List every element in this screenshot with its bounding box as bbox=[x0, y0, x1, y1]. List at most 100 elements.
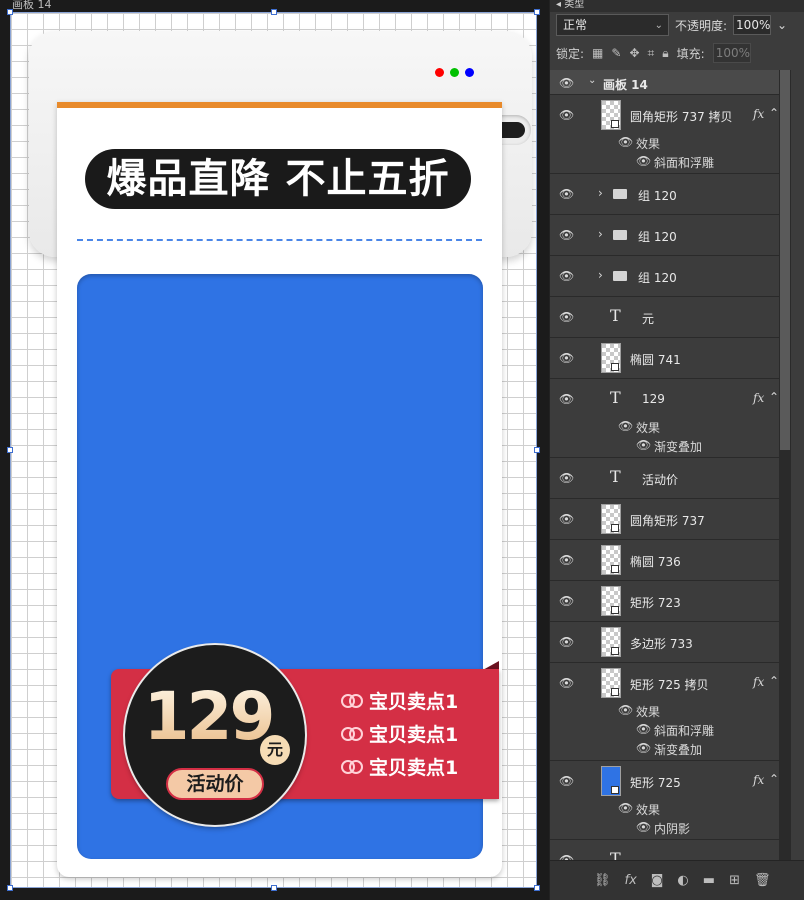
layers-scrollbar[interactable] bbox=[779, 70, 791, 860]
eye-icon[interactable]: 👁︎ bbox=[559, 392, 574, 406]
layer-row[interactable]: 👁︎ 多边形 733 bbox=[550, 622, 780, 663]
layer-thumbnail bbox=[601, 343, 621, 373]
fx-icon[interactable]: fx bbox=[753, 107, 764, 121]
eye-icon[interactable]: 👁︎ bbox=[559, 76, 574, 90]
layer-name: 元 bbox=[642, 312, 655, 326]
eye-icon[interactable]: 👁︎ bbox=[559, 635, 574, 649]
new-group-icon[interactable]: ▬ bbox=[703, 873, 715, 888]
eye-icon[interactable]: 👁︎ bbox=[559, 269, 574, 283]
eye-icon[interactable]: 👁︎ bbox=[636, 154, 651, 168]
eye-icon[interactable]: 👁︎ bbox=[636, 438, 651, 452]
fx-icon[interactable]: fx bbox=[753, 675, 764, 689]
chevron-right-icon[interactable]: › bbox=[598, 186, 603, 200]
layers-footer: ⛓︎ fx ◙ ◐ ▬ ⊞ 🗑︎ bbox=[550, 860, 804, 900]
eye-icon[interactable]: 👁︎ bbox=[559, 553, 574, 567]
layer-row[interactable]: 👁︎ 矩形 723 bbox=[550, 581, 780, 622]
chevron-right-icon[interactable]: › bbox=[598, 268, 603, 282]
selling-point: 宝贝卖点1 bbox=[341, 722, 458, 746]
layer-row[interactable]: 👁︎ 椭圆 741 bbox=[550, 338, 780, 379]
transform-handle[interactable] bbox=[7, 9, 13, 15]
effect-name: 内阴影 bbox=[654, 822, 691, 836]
paper-edge bbox=[57, 102, 502, 108]
transform-handle[interactable] bbox=[7, 885, 13, 891]
eye-icon[interactable]: 👁︎ bbox=[636, 820, 651, 834]
layer-row[interactable]: 👁︎ › 组 120 bbox=[550, 174, 780, 215]
eye-icon[interactable]: 👁︎ bbox=[559, 351, 574, 365]
layer-row[interactable]: 👁︎ 椭圆 736 bbox=[550, 540, 780, 581]
layer-name: 圆角矩形 737 拷贝 bbox=[630, 110, 733, 124]
layer-row[interactable]: 👁︎ 矩形 725 fx ⌃ 👁︎ 效果 👁︎ 内阴影 bbox=[550, 761, 780, 840]
scrollbar-thumb[interactable] bbox=[780, 70, 790, 450]
layer-name: 圆角矩形 737 bbox=[630, 514, 705, 528]
effects-label: 效果 bbox=[636, 803, 661, 817]
layer-row[interactable]: 👁︎ 矩形 725 拷贝 fx ⌃ 👁︎ 效果 👁︎ 斜面和浮雕 👁︎ 渐变叠加 bbox=[550, 663, 780, 761]
layer-row[interactable]: 👁︎ T 活动价 bbox=[550, 458, 780, 499]
eye-icon[interactable]: 👁︎ bbox=[559, 187, 574, 201]
fx-icon[interactable]: fx bbox=[625, 873, 637, 888]
transform-handle[interactable] bbox=[7, 447, 13, 453]
lock-image-icon[interactable]: ✎ bbox=[611, 46, 621, 60]
rings-icon bbox=[341, 693, 363, 708]
layer-row[interactable]: 👁︎ T 元 bbox=[550, 297, 780, 338]
layer-row[interactable]: 👁︎ › 组 120 bbox=[550, 215, 780, 256]
eye-icon[interactable]: 👁︎ bbox=[559, 310, 574, 324]
eye-icon[interactable]: 👁︎ bbox=[559, 471, 574, 485]
eye-icon[interactable]: 👁︎ bbox=[559, 512, 574, 526]
layer-row[interactable]: 👁︎ 圆角矩形 737 拷贝 fx ⌃ 👁︎ 效果 👁︎ 斜面和浮雕 bbox=[550, 95, 780, 174]
lock-transparent-icon[interactable]: ▦ bbox=[592, 46, 603, 60]
text-layer-icon: T bbox=[610, 306, 621, 325]
eye-icon[interactable]: 👁︎ bbox=[636, 722, 651, 736]
chevron-right-icon[interactable]: › bbox=[598, 227, 603, 241]
opacity-input[interactable]: 100% bbox=[733, 15, 772, 35]
fx-icon[interactable]: fx bbox=[753, 391, 764, 405]
chevron-down-icon[interactable]: ⌄ bbox=[588, 75, 596, 86]
blend-mode-select[interactable]: 正常 ⌄ bbox=[556, 14, 669, 36]
layer-row[interactable]: 👁︎ T 129 fx ⌃ 👁︎ 效果 👁︎ 渐变叠加 bbox=[550, 379, 780, 458]
eye-icon[interactable]: 👁︎ bbox=[559, 774, 574, 788]
transform-handle[interactable] bbox=[534, 9, 540, 15]
chevron-down-icon[interactable]: ⌄ bbox=[777, 18, 787, 32]
panel-tab[interactable]: ◂ 类型 bbox=[550, 0, 804, 12]
lock-position-icon[interactable]: ✥ bbox=[629, 46, 639, 60]
chevron-up-icon[interactable]: ⌃ bbox=[769, 106, 779, 120]
lock-all-icon[interactable]: 🔒︎ bbox=[662, 46, 668, 61]
link-icon[interactable]: ⛓︎ bbox=[594, 873, 611, 888]
lock-row: 锁定: ▦ ✎ ✥ ⌗ 🔒︎ 填充: 100% bbox=[556, 43, 751, 63]
new-layer-icon[interactable]: ⊞ bbox=[729, 873, 740, 888]
text-layer-icon: T bbox=[610, 467, 621, 486]
chevron-up-icon[interactable]: ⌃ bbox=[769, 772, 779, 786]
chevron-up-icon[interactable]: ⌃ bbox=[769, 674, 779, 688]
fx-icon[interactable]: fx bbox=[753, 773, 764, 787]
eye-icon[interactable]: 👁︎ bbox=[618, 419, 633, 433]
trash-icon[interactable]: 🗑︎ bbox=[754, 873, 771, 888]
transform-handle[interactable] bbox=[271, 9, 277, 15]
selling-point: 宝贝卖点1 bbox=[341, 755, 458, 779]
artboard-canvas[interactable]: 爆品直降 不止五折 宝贝卖点1 宝贝卖点1 宝贝卖点1 129 元 活动价 bbox=[7, 9, 540, 891]
layer-name: 椭圆 736 bbox=[630, 555, 681, 569]
layer-thumbnail bbox=[601, 586, 621, 616]
transform-handle[interactable] bbox=[534, 885, 540, 891]
eye-icon[interactable]: 👁︎ bbox=[559, 228, 574, 242]
transform-handle[interactable] bbox=[534, 447, 540, 453]
layer-name: 矩形 725 拷贝 bbox=[630, 678, 709, 692]
eye-icon[interactable]: 👁︎ bbox=[618, 135, 633, 149]
layer-thumbnail bbox=[601, 668, 621, 698]
folder-icon bbox=[613, 189, 627, 199]
adjustment-icon[interactable]: ◐ bbox=[677, 873, 688, 888]
mask-icon[interactable]: ◙ bbox=[651, 873, 664, 888]
lock-artboard-icon[interactable]: ⌗ bbox=[648, 46, 655, 61]
fill-input[interactable]: 100% bbox=[712, 43, 751, 63]
chevron-up-icon[interactable]: ⌃ bbox=[769, 390, 779, 404]
artboard-group-row[interactable]: 👁︎ ⌄ 画板 14 bbox=[550, 70, 780, 95]
eye-icon[interactable]: 👁︎ bbox=[559, 676, 574, 690]
eye-icon[interactable]: 👁︎ bbox=[559, 594, 574, 608]
layer-row[interactable]: 👁︎ 圆角矩形 737 bbox=[550, 499, 780, 540]
eye-icon[interactable]: 👁︎ bbox=[618, 703, 633, 717]
eye-icon[interactable]: 👁︎ bbox=[559, 108, 574, 122]
eye-icon[interactable]: 👁︎ bbox=[636, 741, 651, 755]
layer-row[interactable]: 👁︎ › 组 120 bbox=[550, 256, 780, 297]
effect-name: 渐变叠加 bbox=[654, 743, 703, 757]
eye-icon[interactable]: 👁︎ bbox=[618, 801, 633, 815]
transform-handle[interactable] bbox=[271, 885, 277, 891]
artboard-group-name: 画板 14 bbox=[603, 78, 648, 92]
